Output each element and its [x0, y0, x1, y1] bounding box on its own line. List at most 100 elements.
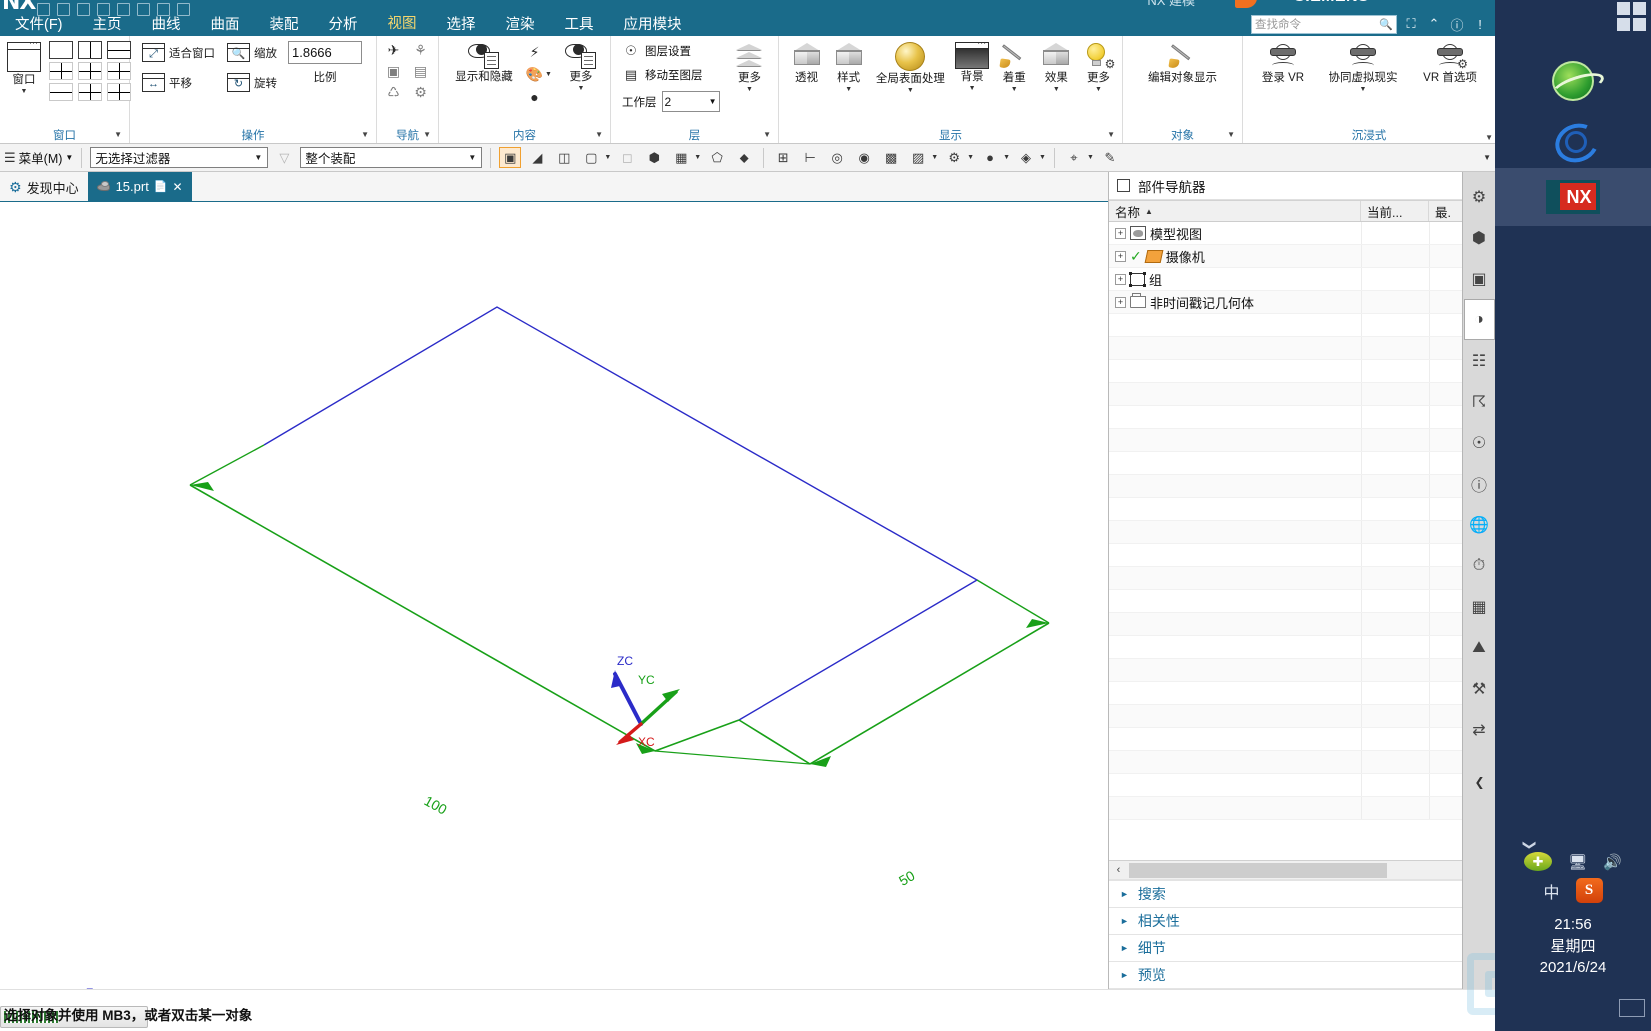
style-button[interactable]: 样式 ▼: [828, 41, 869, 94]
navigation-icon-grid[interactable]: ✈ ⚘ ▣ ▤ ♺ ⚙: [382, 41, 434, 102]
reuse-library-icon[interactable]: ☷: [1464, 340, 1495, 381]
menu-button[interactable]: ☰ 菜单(M) ▼: [4, 148, 73, 167]
search-icon[interactable]: 🔍: [1379, 18, 1393, 31]
chevron-down-icon[interactable]: ▼: [1360, 86, 1367, 93]
chevron-down-icon[interactable]: ▼: [251, 153, 265, 162]
chevron-down-icon[interactable]: ▼: [595, 130, 603, 139]
show-desktop-icon[interactable]: [1619, 999, 1645, 1017]
select-general-icon[interactable]: ▣: [499, 147, 522, 168]
menu-tab-home[interactable]: 主页: [84, 11, 131, 37]
chevron-down-icon[interactable]: ▼: [931, 154, 938, 161]
curve-rule-icon[interactable]: ⚙: [943, 147, 965, 168]
chevron-down-icon[interactable]: ▼: [694, 154, 701, 161]
rotate-view-icon[interactable]: ♺: [382, 83, 405, 102]
filter-funnel-icon[interactable]: ▽: [273, 147, 295, 168]
layout-three-top[interactable]: [78, 62, 102, 80]
scrollbar-thumb[interactable]: [1129, 862, 1387, 878]
select-body-icon[interactable]: ▢: [580, 147, 602, 168]
volume-icon[interactable]: 🔊: [1603, 853, 1622, 871]
chevron-down-icon[interactable]: ▼: [114, 130, 122, 139]
tree-item-model-view[interactable]: + 模型视图: [1109, 224, 1361, 243]
chevron-down-icon[interactable]: ▼: [1039, 154, 1046, 161]
layout-two-column[interactable]: [78, 41, 102, 59]
selection-scope-select[interactable]: 整个装配 ▼: [300, 147, 483, 168]
orbit-icon[interactable]: ⚙: [409, 83, 432, 102]
sheet-body-icon[interactable]: ⬥: [733, 147, 755, 168]
wcs-icon[interactable]: ⌖: [1063, 147, 1085, 168]
camera-icon[interactable]: ▣: [382, 62, 405, 81]
select-edge-icon[interactable]: ◻: [616, 147, 638, 168]
chevron-down-icon[interactable]: ▼: [709, 97, 717, 106]
column-header-name[interactable]: 名称 ▲: [1109, 201, 1361, 221]
snap-intersection-icon[interactable]: ▩: [880, 147, 902, 168]
assembly-navigator-icon[interactable]: ⚙: [1464, 176, 1495, 217]
accordion-search[interactable]: ► 搜索: [1109, 881, 1495, 908]
column-header-min[interactable]: 最.: [1429, 201, 1463, 221]
view-back-icon[interactable]: ▤: [409, 62, 432, 81]
more-display-button[interactable]: ⚙ 更多 ▼: [1078, 41, 1119, 94]
tree-item-non-timestamp-geometry[interactable]: + 非时间戳记几何体: [1109, 293, 1361, 312]
selection-filter-select[interactable]: 无选择过滤器 ▼: [90, 147, 269, 168]
checkmark-icon[interactable]: ✓: [1130, 248, 1142, 265]
layout-three-left[interactable]: [49, 62, 73, 80]
table-row[interactable]: + 模型视图: [1109, 222, 1495, 245]
layout-grid-a[interactable]: [107, 62, 131, 80]
part-navigator-orange-icon[interactable]: ▣: [1464, 258, 1495, 299]
table-row[interactable]: + 组: [1109, 268, 1495, 291]
chevron-down-icon[interactable]: ▼: [423, 130, 431, 139]
snap-quadrant-icon[interactable]: ◉: [853, 147, 875, 168]
taskbar-app-cad[interactable]: [1495, 110, 1651, 168]
menu-tab-assembly[interactable]: 装配: [261, 11, 308, 37]
system-scene-icon[interactable]: ⛰: [1464, 627, 1495, 668]
command-search-input[interactable]: 查找命令: [1255, 16, 1379, 32]
more-content-button[interactable]: 更多 ▼: [555, 41, 607, 93]
graphics-viewport[interactable]: ZC YC XC 100 50: [0, 202, 1108, 989]
chevron-down-icon[interactable]: ▼: [604, 154, 611, 161]
chevron-down-icon[interactable]: ▼: [1087, 154, 1094, 161]
chevron-down-icon[interactable]: ▼: [1107, 130, 1115, 139]
expander-icon[interactable]: +: [1115, 227, 1126, 239]
tab-discover-center[interactable]: ⚙ 发现中心: [0, 173, 88, 201]
accordion-details[interactable]: ► 细节: [1109, 935, 1495, 962]
ribbon-tab-bar[interactable]: 文件(F) 主页 曲线 曲面 装配 分析 视图 选择 渲染 工具 应用模块: [0, 12, 697, 36]
chevron-down-icon[interactable]: ▼: [845, 86, 852, 93]
chevron-down-icon[interactable]: ▼: [65, 153, 73, 162]
body-rule-icon[interactable]: ◈: [1015, 147, 1037, 168]
chevron-up-icon[interactable]: ❮: [1520, 840, 1536, 851]
accordion-dependencies[interactable]: ► 相关性: [1109, 908, 1495, 935]
sort-asc-icon[interactable]: ▲: [1145, 207, 1153, 216]
ime-chinese-icon[interactable]: 中: [1543, 879, 1559, 903]
collaborative-vr-button[interactable]: 协同虚拟现实 ▼: [1320, 41, 1406, 94]
system-materials-icon[interactable]: ▦: [1464, 586, 1495, 627]
chevron-left-icon[interactable]: ❮: [1463, 771, 1496, 793]
emphasis-button[interactable]: 着重 ▼: [994, 41, 1035, 94]
history-info-icon[interactable]: ⓘ: [1464, 463, 1495, 504]
chevron-down-icon[interactable]: ▼: [1095, 86, 1102, 93]
chevron-down-icon[interactable]: ▼: [1011, 86, 1018, 93]
chevron-down-icon[interactable]: ▼: [969, 85, 976, 92]
chevron-down-icon[interactable]: ▼: [746, 86, 753, 93]
chevron-down-icon[interactable]: ▼: [545, 71, 552, 78]
fullscreen-icon[interactable]: ⛶: [1402, 16, 1420, 32]
snap-existing-icon[interactable]: ▨: [907, 147, 929, 168]
horizontal-scrollbar[interactable]: ‹ ›: [1109, 860, 1495, 879]
chevron-down-icon[interactable]: ▼: [967, 154, 974, 161]
history-clock-icon[interactable]: ⏱: [1464, 545, 1495, 586]
layout-grid-four[interactable]: [107, 83, 131, 101]
chevron-up-icon[interactable]: ⌃: [1425, 16, 1443, 32]
zoom-button[interactable]: 🔍 缩放: [224, 41, 280, 64]
work-layer-select[interactable]: 2 ▼: [661, 91, 720, 112]
select-component-icon[interactable]: ⬢: [643, 147, 665, 168]
expander-icon[interactable]: +: [1115, 296, 1126, 308]
layout-single[interactable]: [49, 41, 73, 59]
face-rule-icon[interactable]: ●: [979, 147, 1001, 168]
chevron-down-icon[interactable]: ▼: [361, 130, 369, 139]
scroll-left-icon[interactable]: ‹: [1109, 861, 1128, 879]
assembly-cut-icon[interactable]: ●: [523, 87, 546, 106]
snap-midpoint-icon[interactable]: ⊢: [799, 147, 821, 168]
accordion-preview[interactable]: ► 预览: [1109, 962, 1495, 989]
constraint-navigator-icon[interactable]: ⬢: [1464, 217, 1495, 258]
network-icon[interactable]: 🖥: [1568, 853, 1587, 871]
select-feature-icon[interactable]: ◫: [553, 147, 575, 168]
command-search-box[interactable]: 查找命令 🔍: [1251, 14, 1397, 34]
